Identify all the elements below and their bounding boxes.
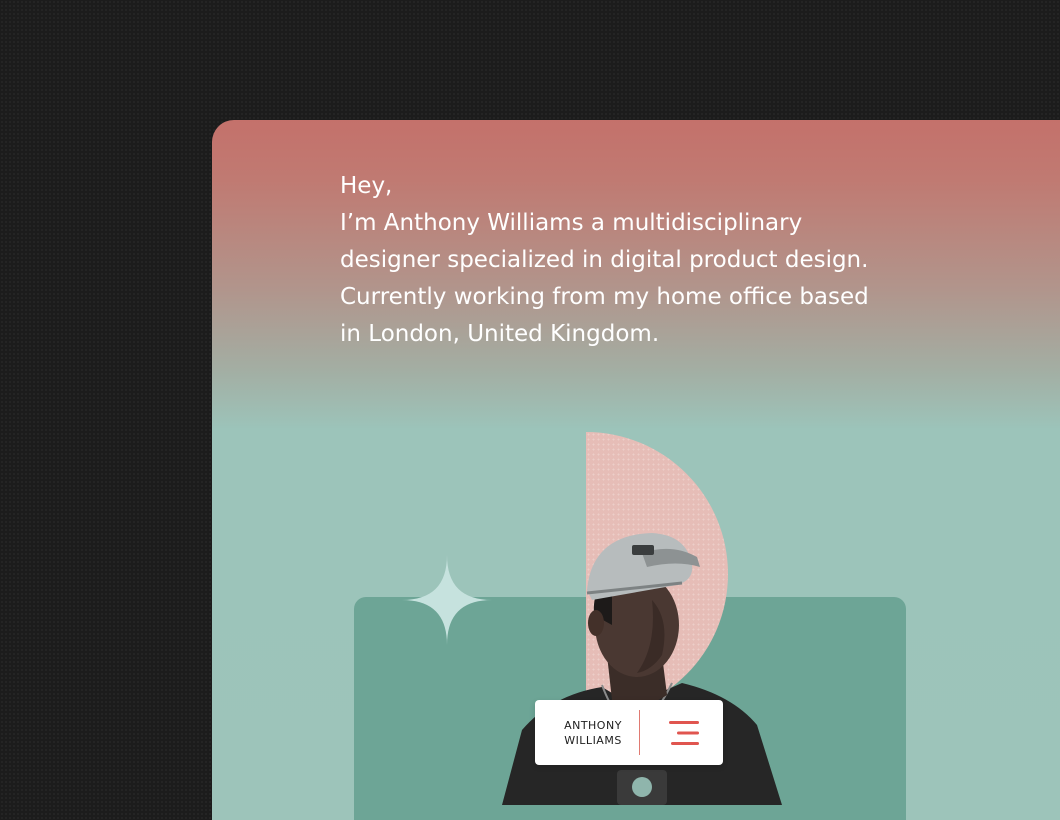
name-badge: ANTHONY WILLIAMS: [535, 700, 723, 765]
intro-line: designer specialized in digital product …: [340, 247, 869, 273]
badge-name: ANTHONY WILLIAMS: [553, 718, 633, 748]
sparkle-icon: [402, 555, 492, 645]
intro-line: Currently working from my home office ba…: [340, 284, 869, 310]
hero-card: Hey, I’m Anthony Williams a multidiscipl…: [212, 120, 1060, 820]
intro-text: Hey, I’m Anthony Williams a multidiscipl…: [340, 168, 940, 353]
badge-divider: [639, 710, 640, 755]
badge-last-name: WILLIAMS: [564, 734, 622, 747]
intro-greeting: Hey,: [340, 173, 393, 199]
menu-icon[interactable]: [669, 720, 699, 746]
badge-first-name: ANTHONY: [564, 719, 622, 732]
intro-line: in London, United Kingdom.: [340, 321, 660, 347]
intro-line: I’m Anthony Williams a multidisciplinary: [340, 210, 803, 236]
